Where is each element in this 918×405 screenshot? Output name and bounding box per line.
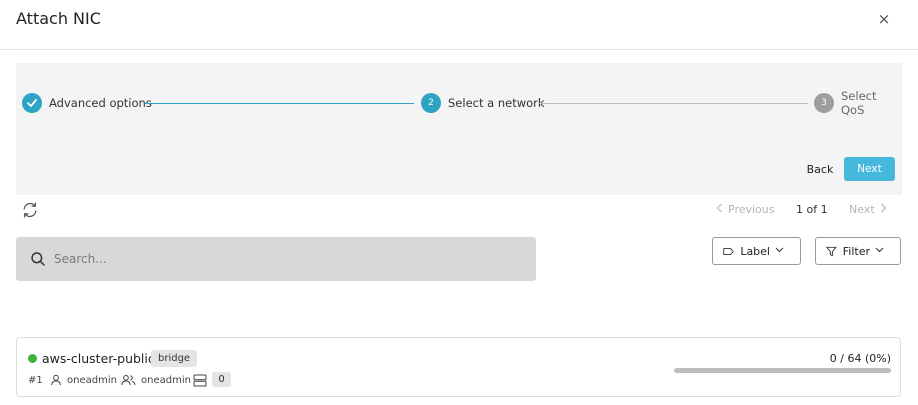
search-input[interactable]: [54, 249, 514, 269]
step-advanced-options[interactable]: Advanced options: [22, 93, 152, 113]
chevron-right-icon: [880, 203, 887, 216]
group-icon: [121, 375, 136, 386]
close-icon[interactable]: ×: [875, 10, 893, 28]
chevron-left-icon: [716, 203, 723, 216]
dialog-title: Attach NIC: [16, 9, 101, 28]
group-info: oneadmin: [121, 373, 191, 387]
owner-name: oneadmin: [67, 374, 117, 386]
next-button[interactable]: Next: [844, 157, 895, 181]
step-select-qos[interactable]: 3 Select QoS: [814, 89, 902, 117]
filter-button[interactable]: Filter: [815, 237, 901, 265]
user-icon: [51, 374, 61, 386]
pager-previous-label: Previous: [728, 202, 775, 216]
network-id: #1: [28, 374, 43, 386]
search-icon: [30, 251, 46, 267]
step-select-network[interactable]: 2 Select a network: [421, 93, 545, 113]
owner-info: oneadmin: [50, 373, 117, 387]
network-name: aws-cluster-public: [42, 351, 155, 366]
lease-usage-bar: [674, 368, 891, 373]
step-label: Advanced options: [49, 96, 152, 110]
step-connector: [145, 103, 414, 104]
step-connector: [538, 103, 808, 104]
label-button-text: Label: [740, 244, 770, 258]
chevron-down-icon: [775, 246, 790, 256]
filter-icon: [826, 246, 837, 256]
pager-previous[interactable]: Previous: [716, 201, 775, 217]
network-type-badge: bridge: [151, 350, 198, 367]
dialog-header: Attach NIC ×: [0, 0, 918, 50]
clusters-icon: [193, 373, 212, 387]
search-box[interactable]: [16, 237, 536, 281]
pager-next[interactable]: Next: [849, 201, 887, 217]
step-label: Select QoS: [841, 89, 877, 117]
step-number: 3: [814, 93, 834, 113]
chevron-down-icon: [875, 246, 890, 256]
pager-next-label: Next: [849, 202, 875, 216]
refresh-icon[interactable]: [21, 201, 39, 219]
filter-button-text: Filter: [842, 244, 870, 258]
group-name: oneadmin: [141, 374, 191, 386]
network-row[interactable]: aws-cluster-public bridge #1 oneadmin on…: [16, 337, 901, 397]
pager-count: 1 of 1: [796, 202, 828, 216]
lease-usage-text: 0 / 64 (0%): [829, 352, 891, 365]
status-dot-icon: [28, 354, 37, 363]
step-label: Select a network: [448, 96, 545, 110]
clusters-count-badge: 0: [212, 372, 231, 387]
check-icon: [22, 93, 42, 113]
stepper-panel: Advanced options 2 Select a network 3 Se…: [16, 63, 902, 195]
tag-icon: [723, 247, 734, 255]
back-button[interactable]: Back: [798, 157, 842, 181]
step-number: 2: [421, 93, 441, 113]
label-button[interactable]: Label: [712, 237, 801, 265]
